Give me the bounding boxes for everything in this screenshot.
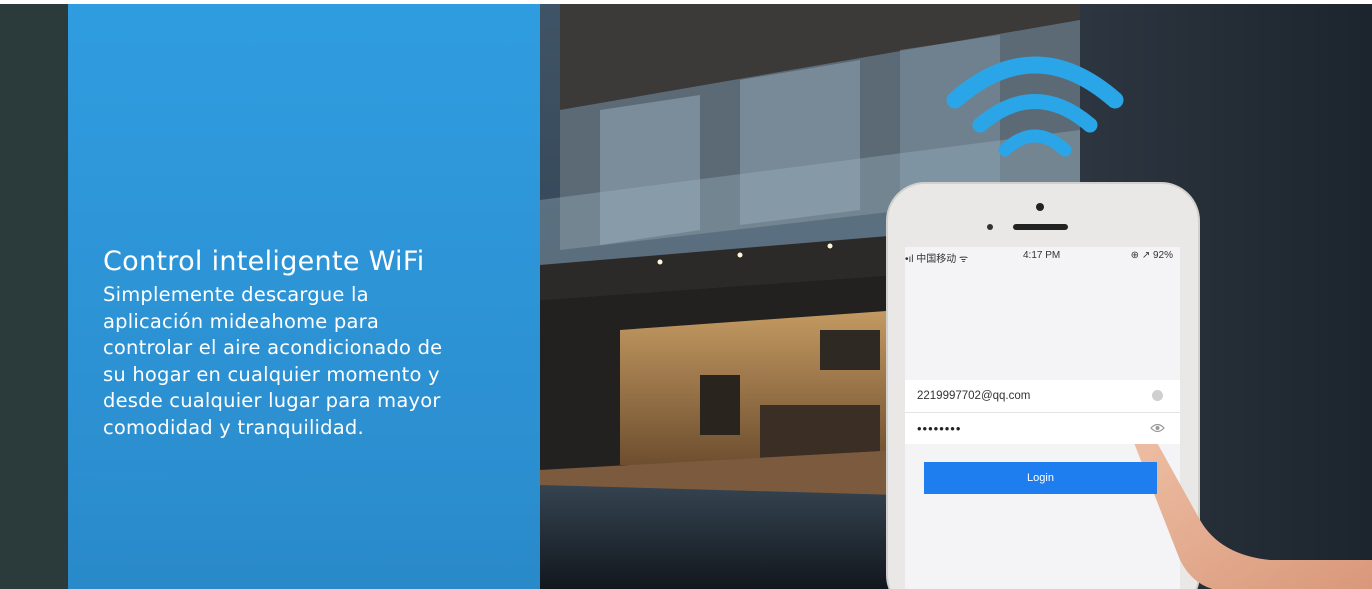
description-line: comodidad y tranquilidad. bbox=[103, 415, 364, 439]
login-button[interactable]: Login bbox=[924, 462, 1157, 494]
phone-status-bar: •ıl 中国移动 ᯤ 4:17 PM ⊕ ↗ 92% bbox=[905, 248, 1177, 265]
password-field[interactable]: •••••••• bbox=[905, 412, 1180, 444]
feature-text-block: Control inteligente WiFi Simplemente des… bbox=[103, 246, 523, 441]
feature-headline: Control inteligente WiFi bbox=[103, 246, 425, 277]
feature-description: Simplemente descargue la aplicación mide… bbox=[103, 282, 523, 441]
description-line: controlar el aire acondicionado de bbox=[103, 336, 443, 359]
clear-icon[interactable] bbox=[1152, 390, 1163, 401]
description-line: aplicación mideahome para bbox=[103, 309, 379, 333]
status-battery: ⊕ ↗ 92% bbox=[1130, 250, 1173, 261]
status-carrier: •ıl 中国移动 ᯤ bbox=[905, 254, 969, 265]
description-line: su hogar en cualquier momento y bbox=[103, 362, 440, 386]
hero-banner: Control inteligente WiFi Simplemente des… bbox=[0, 0, 1372, 589]
email-field[interactable]: 2219997702@qq.com bbox=[905, 380, 1180, 412]
description-line: Simplemente descargue la bbox=[103, 283, 369, 306]
description-line: desde cualquier lugar para mayor bbox=[103, 389, 441, 412]
status-time: 4:17 PM bbox=[1023, 250, 1061, 261]
eye-icon[interactable] bbox=[1150, 421, 1165, 435]
